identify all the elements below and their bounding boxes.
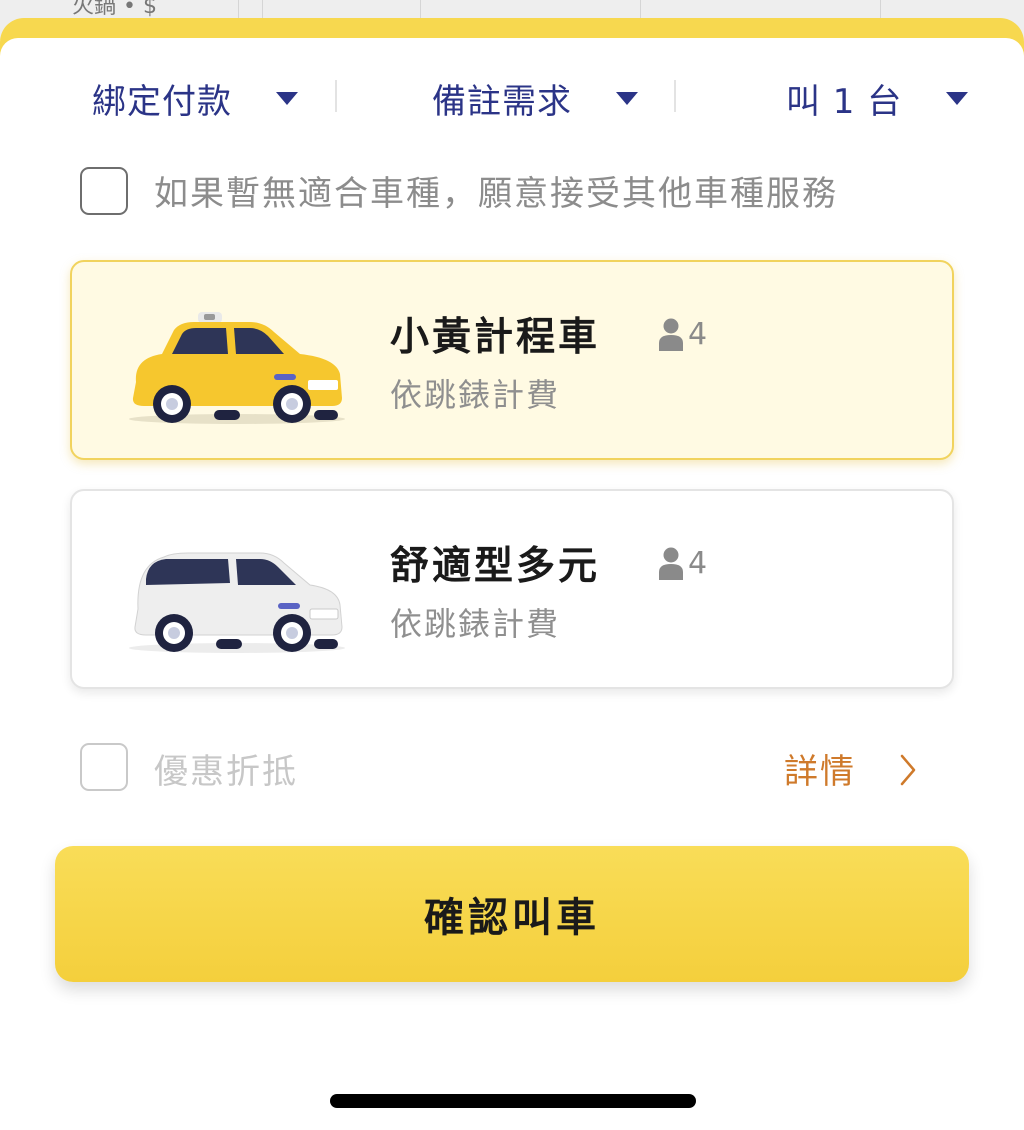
option-divider <box>674 80 676 112</box>
car-count-dropdown[interactable]: 叫 1 台 <box>786 68 969 128</box>
home-indicator <box>330 1094 696 1108</box>
passenger-count: 4 <box>688 316 708 352</box>
discount-details-link[interactable]: 詳情 <box>784 744 856 793</box>
chevron-right-icon[interactable] <box>894 750 922 790</box>
caret-down-icon <box>276 91 298 105</box>
vehicle-card-mpv[interactable]: 舒適型多元 4 依跳錶計費 <box>70 489 954 689</box>
fare-type: 依跳錶計費 <box>390 376 561 414</box>
remark-dropdown[interactable]: 備註需求 <box>432 68 638 128</box>
caret-down-icon <box>946 91 969 105</box>
payment-dropdown[interactable]: 綁定付款 <box>92 68 298 128</box>
accept-other-label: 如果暫無適合車種，願意接受其他車種服務 <box>154 174 838 214</box>
passenger-count: 4 <box>688 545 708 581</box>
discount-label: 優惠折抵 <box>154 752 298 792</box>
fare-type: 依跳錶計費 <box>390 605 561 643</box>
accept-other-checkbox[interactable] <box>80 167 128 215</box>
vehicle-name: 舒適型多元 <box>390 544 601 589</box>
remark-dropdown-label: 備註需求 <box>432 81 572 122</box>
confirm-ride-button[interactable]: 確認叫車 <box>55 846 969 982</box>
options-row: 綁定付款 備註需求 叫 1 台 <box>0 68 1024 128</box>
passenger-capacity: 4 <box>658 543 707 583</box>
vehicle-card-taxi[interactable]: 小黃計程車 4 依跳錶計費 <box>70 260 954 460</box>
option-divider <box>335 80 337 112</box>
mpv-car-icon <box>129 552 345 653</box>
person-icon <box>659 318 683 351</box>
vehicle-name: 小黃計程車 <box>390 315 601 360</box>
passenger-capacity: 4 <box>658 314 707 354</box>
person-icon <box>659 547 683 580</box>
map-place-label: 火鍋 • $ <box>72 0 157 19</box>
discount-checkbox[interactable] <box>80 743 128 791</box>
payment-dropdown-label: 綁定付款 <box>92 81 232 122</box>
caret-down-icon <box>616 91 638 105</box>
taxi-car-icon <box>129 312 345 424</box>
car-count-dropdown-label: 叫 1 台 <box>786 81 903 122</box>
